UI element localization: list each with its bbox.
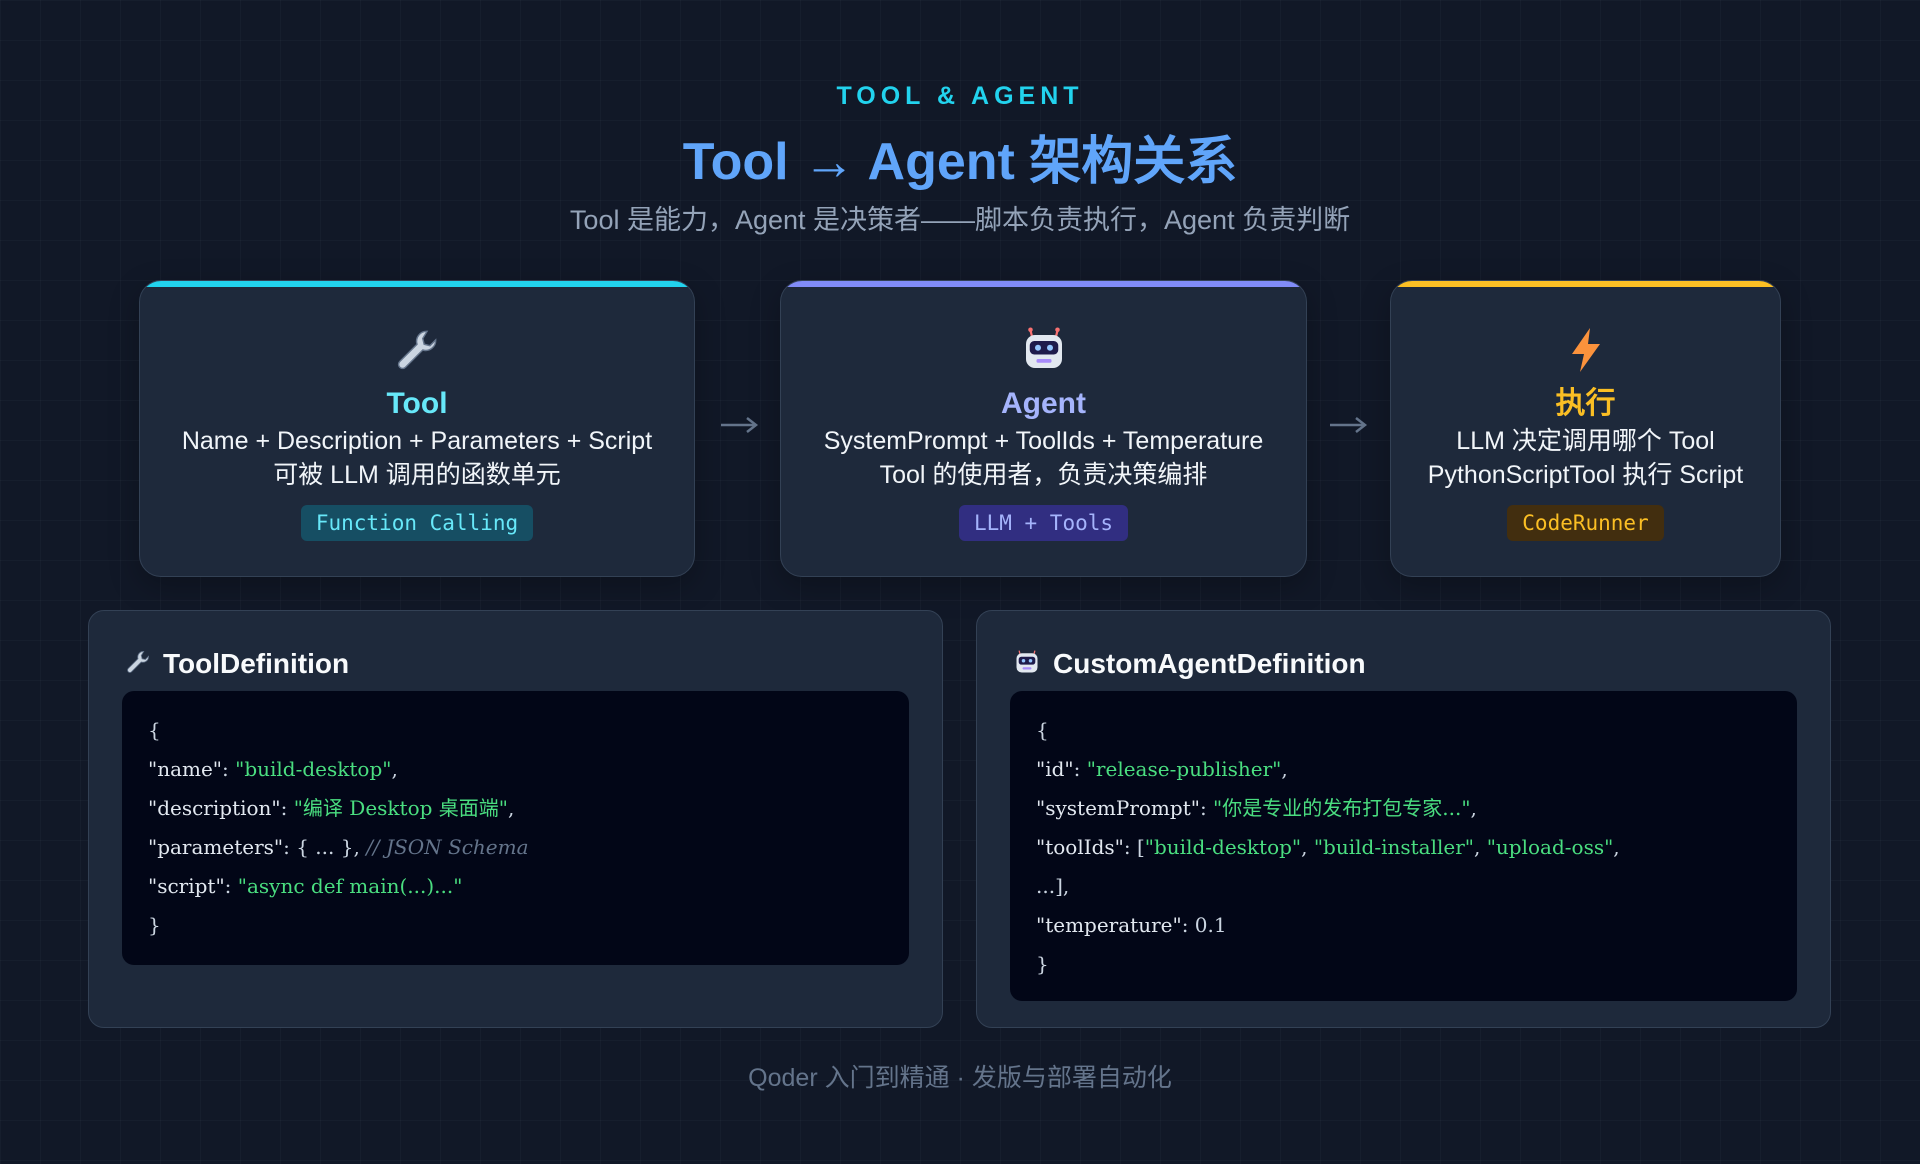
robot-icon	[1013, 648, 1041, 681]
tool-definition-title: ToolDefinition	[163, 648, 350, 679]
wrench-icon	[125, 649, 151, 680]
agent-definition-header: CustomAgentDefinition	[1013, 641, 1366, 687]
page-title: Tool → Agent 架构关系	[682, 133, 1238, 191]
code-line: "systemPrompt": "你是专业的发布打包专家...",	[1036, 796, 1477, 820]
execute-card-line-2: PythonScriptTool 执行 Script	[1427, 461, 1744, 489]
agent-definition-code: { "id": "release-publisher", "systemProm…	[1010, 691, 1797, 1001]
code-line: "temperature": 0.1	[1036, 913, 1227, 937]
footer-text: Qoder 入门到精通 · 发版与部署自动化	[748, 1064, 1172, 1092]
execute-card: 执行 LLM 决定调用哪个 Tool PythonScriptTool 执行 S…	[1390, 280, 1781, 577]
code-line: {	[148, 718, 161, 742]
agent-card-accent-bar	[781, 281, 1306, 287]
execute-card-title: 执行	[1555, 387, 1616, 420]
code-line: }	[1036, 952, 1049, 976]
tool-definition-header: ToolDefinition	[125, 641, 349, 687]
agent-card-line-2: Tool 的使用者，负责决策编排	[879, 461, 1208, 489]
flow-arrow-2	[1318, 400, 1378, 450]
agent-card: Agent SystemPrompt + ToolIds + Temperatu…	[780, 280, 1307, 577]
header: TOOL & AGENT Tool → Agent 架构关系 Tool 是能力，…	[0, 78, 1920, 238]
agent-card-tag: LLM + Tools	[958, 505, 1129, 541]
page-subtitle: Tool 是能力，Agent 是决策者——脚本负责执行，Agent 负责判断	[569, 205, 1351, 235]
code-line: "script": "async def main(...)..."	[148, 874, 463, 898]
tool-card: Tool Name + Description + Parameters + S…	[139, 280, 695, 577]
agent-definition-panel: CustomAgentDefinition { "id": "release-p…	[976, 610, 1831, 1028]
code-line: }	[148, 913, 161, 937]
execute-card-line-1: LLM 决定调用哪个 Tool	[1456, 427, 1715, 455]
lightning-icon	[1391, 325, 1780, 375]
tool-card-accent-bar	[140, 281, 694, 287]
code-line: "description": "编译 Desktop 桌面端",	[148, 796, 515, 820]
tool-card-tag: Function Calling	[300, 505, 534, 541]
code-line: "toolIds": ["build-desktop", "build-inst…	[1036, 835, 1620, 859]
code-line: "name": "build-desktop",	[148, 757, 398, 781]
execute-card-tag: CodeRunner	[1507, 505, 1664, 541]
execute-card-accent-bar	[1391, 281, 1780, 287]
agent-definition-title: CustomAgentDefinition	[1053, 648, 1366, 679]
tool-card-line-1: Name + Description + Parameters + Script	[181, 427, 653, 455]
robot-icon	[781, 325, 1306, 375]
tool-definition-panel: ToolDefinition { "name": "build-desktop"…	[88, 610, 943, 1028]
wrench-icon	[140, 325, 694, 375]
code-line: ...],	[1036, 874, 1070, 898]
agent-card-line-1: SystemPrompt + ToolIds + Temperature	[823, 427, 1264, 455]
code-line: {	[1036, 718, 1049, 742]
code-line: "parameters": { ... }, // JSON Schema	[148, 835, 529, 859]
code-line: "id": "release-publisher",	[1036, 757, 1288, 781]
agent-card-title: Agent	[1001, 387, 1086, 420]
tool-card-line-2: 可被 LLM 调用的函数单元	[273, 461, 561, 489]
flow-arrow-1	[709, 400, 769, 450]
tool-card-title: Tool	[386, 387, 448, 420]
kicker-label: TOOL & AGENT	[836, 82, 1084, 110]
tool-definition-code: { "name": "build-desktop", "description"…	[122, 691, 909, 965]
